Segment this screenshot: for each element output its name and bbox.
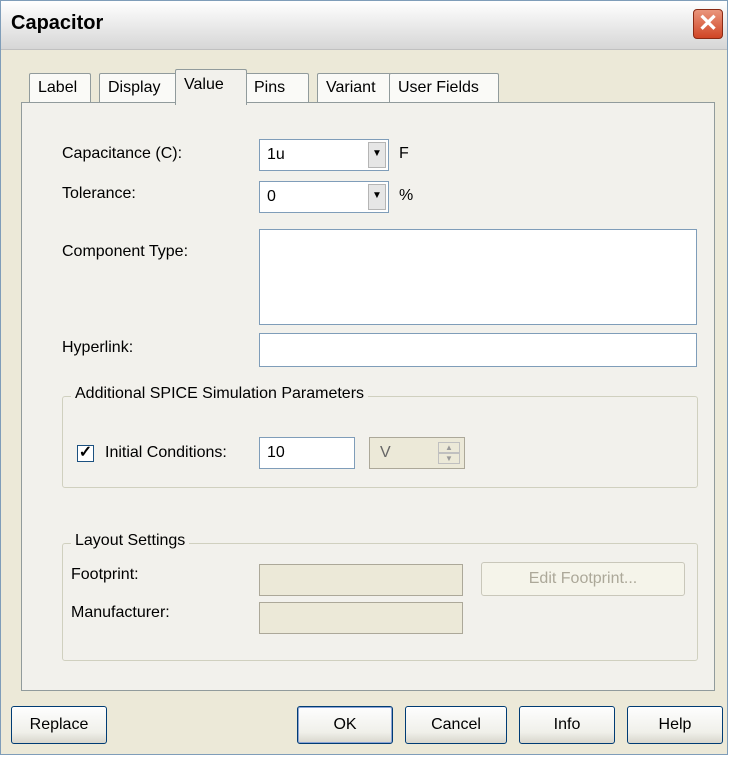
close-button[interactable]: ✕ — [693, 9, 723, 39]
window-title: Capacitor — [11, 12, 104, 34]
initial-conditions-unit: V — [380, 444, 391, 461]
ok-button[interactable]: OK — [297, 706, 393, 744]
tab-variant[interactable]: Variant — [317, 73, 391, 103]
capacitance-label: Capacitance (C): — [62, 145, 183, 162]
replace-button[interactable]: Replace — [11, 706, 107, 744]
spinner-arrows-icon[interactable]: ▲ ▼ — [438, 442, 460, 464]
tab-display[interactable]: Display — [99, 73, 177, 103]
tab-value[interactable]: Value — [175, 69, 247, 105]
tab-label[interactable]: Label — [29, 73, 91, 103]
info-button[interactable]: Info — [519, 706, 615, 744]
component-type-label: Component Type: — [62, 243, 189, 260]
cancel-button[interactable]: Cancel — [405, 706, 507, 744]
hyperlink-field[interactable] — [259, 333, 697, 367]
layout-settings-group: Layout Settings Footprint: Edit Footprin… — [62, 532, 698, 661]
value-tab-panel: Capacitance (C): 1u ▼ F Tolerance: 0 ▼ %… — [21, 102, 715, 691]
tolerance-label: Tolerance: — [62, 185, 136, 202]
tolerance-combo[interactable]: 0 ▼ — [259, 181, 389, 213]
hyperlink-label: Hyperlink: — [62, 339, 134, 356]
chevron-down-icon[interactable]: ▼ — [368, 184, 386, 210]
layout-group-title: Layout Settings — [71, 532, 190, 550]
footprint-label: Footprint: — [71, 566, 139, 583]
chevron-down-icon[interactable]: ▼ — [368, 142, 386, 168]
close-icon: ✕ — [697, 10, 719, 37]
title-bar: Capacitor ✕ — [1, 1, 727, 50]
manufacturer-field[interactable] — [259, 602, 463, 634]
tab-pins[interactable]: Pins — [245, 73, 309, 103]
tolerance-unit: % — [399, 187, 414, 204]
capacitance-combo[interactable]: 1u ▼ — [259, 139, 389, 171]
initial-conditions-unit-spinner[interactable]: V ▲ ▼ — [369, 437, 465, 469]
initial-conditions-checkbox[interactable]: ✓ — [77, 445, 94, 462]
edit-footprint-button[interactable]: Edit Footprint... — [481, 562, 685, 596]
help-button[interactable]: Help — [627, 706, 723, 744]
footprint-field[interactable] — [259, 564, 463, 596]
initial-conditions-field[interactable]: 10 — [259, 437, 355, 469]
capacitance-unit: F — [399, 145, 409, 162]
tolerance-value: 0 — [267, 188, 276, 205]
manufacturer-label: Manufacturer: — [71, 604, 170, 621]
spice-parameters-group: Additional SPICE Simulation Parameters ✓… — [62, 385, 698, 488]
capacitor-dialog: Capacitor ✕ Label Display Value Pins Var… — [0, 0, 728, 755]
initial-conditions-label: Initial Conditions: — [105, 444, 227, 461]
component-type-field[interactable] — [259, 229, 697, 325]
spice-group-title: Additional SPICE Simulation Parameters — [71, 385, 369, 403]
capacitance-value: 1u — [267, 146, 285, 163]
checkmark-icon: ✓ — [78, 444, 93, 461]
tab-user-fields[interactable]: User Fields — [389, 73, 499, 103]
